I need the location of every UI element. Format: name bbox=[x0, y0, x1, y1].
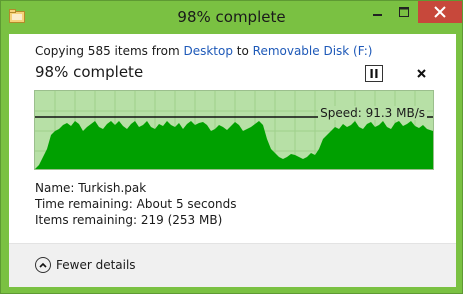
transfer-speed-graph: Speed: 91.3 MB/s bbox=[34, 90, 434, 170]
items-remaining-row: Items remaining: 219 (253 MB) bbox=[35, 213, 222, 227]
dialog-body: Copying 585 items from Desktop to Remova… bbox=[9, 34, 456, 287]
copy-prefix: Copying 585 items from bbox=[35, 44, 184, 58]
close-icon bbox=[416, 68, 426, 78]
dialog-footer: Fewer details bbox=[9, 244, 456, 287]
items-remaining-value: 219 (253 MB) bbox=[140, 213, 223, 227]
maximize-icon bbox=[399, 7, 409, 17]
progress-heading: 98% complete bbox=[35, 63, 144, 81]
cancel-button[interactable] bbox=[413, 65, 429, 81]
time-remaining-value: About 5 seconds bbox=[136, 197, 237, 211]
pause-icon bbox=[370, 69, 378, 78]
time-remaining-label: Time remaining: bbox=[35, 197, 133, 211]
minimize-icon bbox=[372, 14, 382, 16]
pause-button[interactable] bbox=[365, 65, 383, 82]
time-remaining-row: Time remaining: About 5 seconds bbox=[35, 197, 236, 211]
name-value: Turkish.pak bbox=[78, 181, 147, 195]
copy-middle: to bbox=[232, 44, 253, 58]
fewer-details-label: Fewer details bbox=[56, 258, 136, 272]
items-remaining-label: Items remaining: bbox=[35, 213, 138, 227]
copy-progress-window: 98% complete Copying 585 items from Desk… bbox=[0, 0, 463, 294]
maximize-button[interactable] bbox=[391, 1, 417, 23]
close-icon bbox=[434, 6, 446, 18]
fewer-details-button[interactable]: Fewer details bbox=[35, 257, 136, 273]
title-bar[interactable]: 98% complete bbox=[1, 1, 462, 34]
minimize-button[interactable] bbox=[364, 1, 391, 23]
throughput-area bbox=[35, 121, 433, 169]
name-row: Name: Turkish.pak bbox=[35, 181, 146, 195]
speed-label: Speed: 91.3 MB/s bbox=[318, 106, 427, 120]
copy-description: Copying 585 items from Desktop to Remova… bbox=[35, 44, 372, 58]
name-label: Name: bbox=[35, 181, 75, 195]
chevron-up-icon bbox=[35, 257, 51, 273]
source-link[interactable]: Desktop bbox=[183, 44, 233, 58]
speed-graph-canvas bbox=[35, 91, 433, 169]
destination-link[interactable]: Removable Disk (F:) bbox=[253, 44, 373, 58]
window-close-button[interactable] bbox=[418, 1, 462, 23]
